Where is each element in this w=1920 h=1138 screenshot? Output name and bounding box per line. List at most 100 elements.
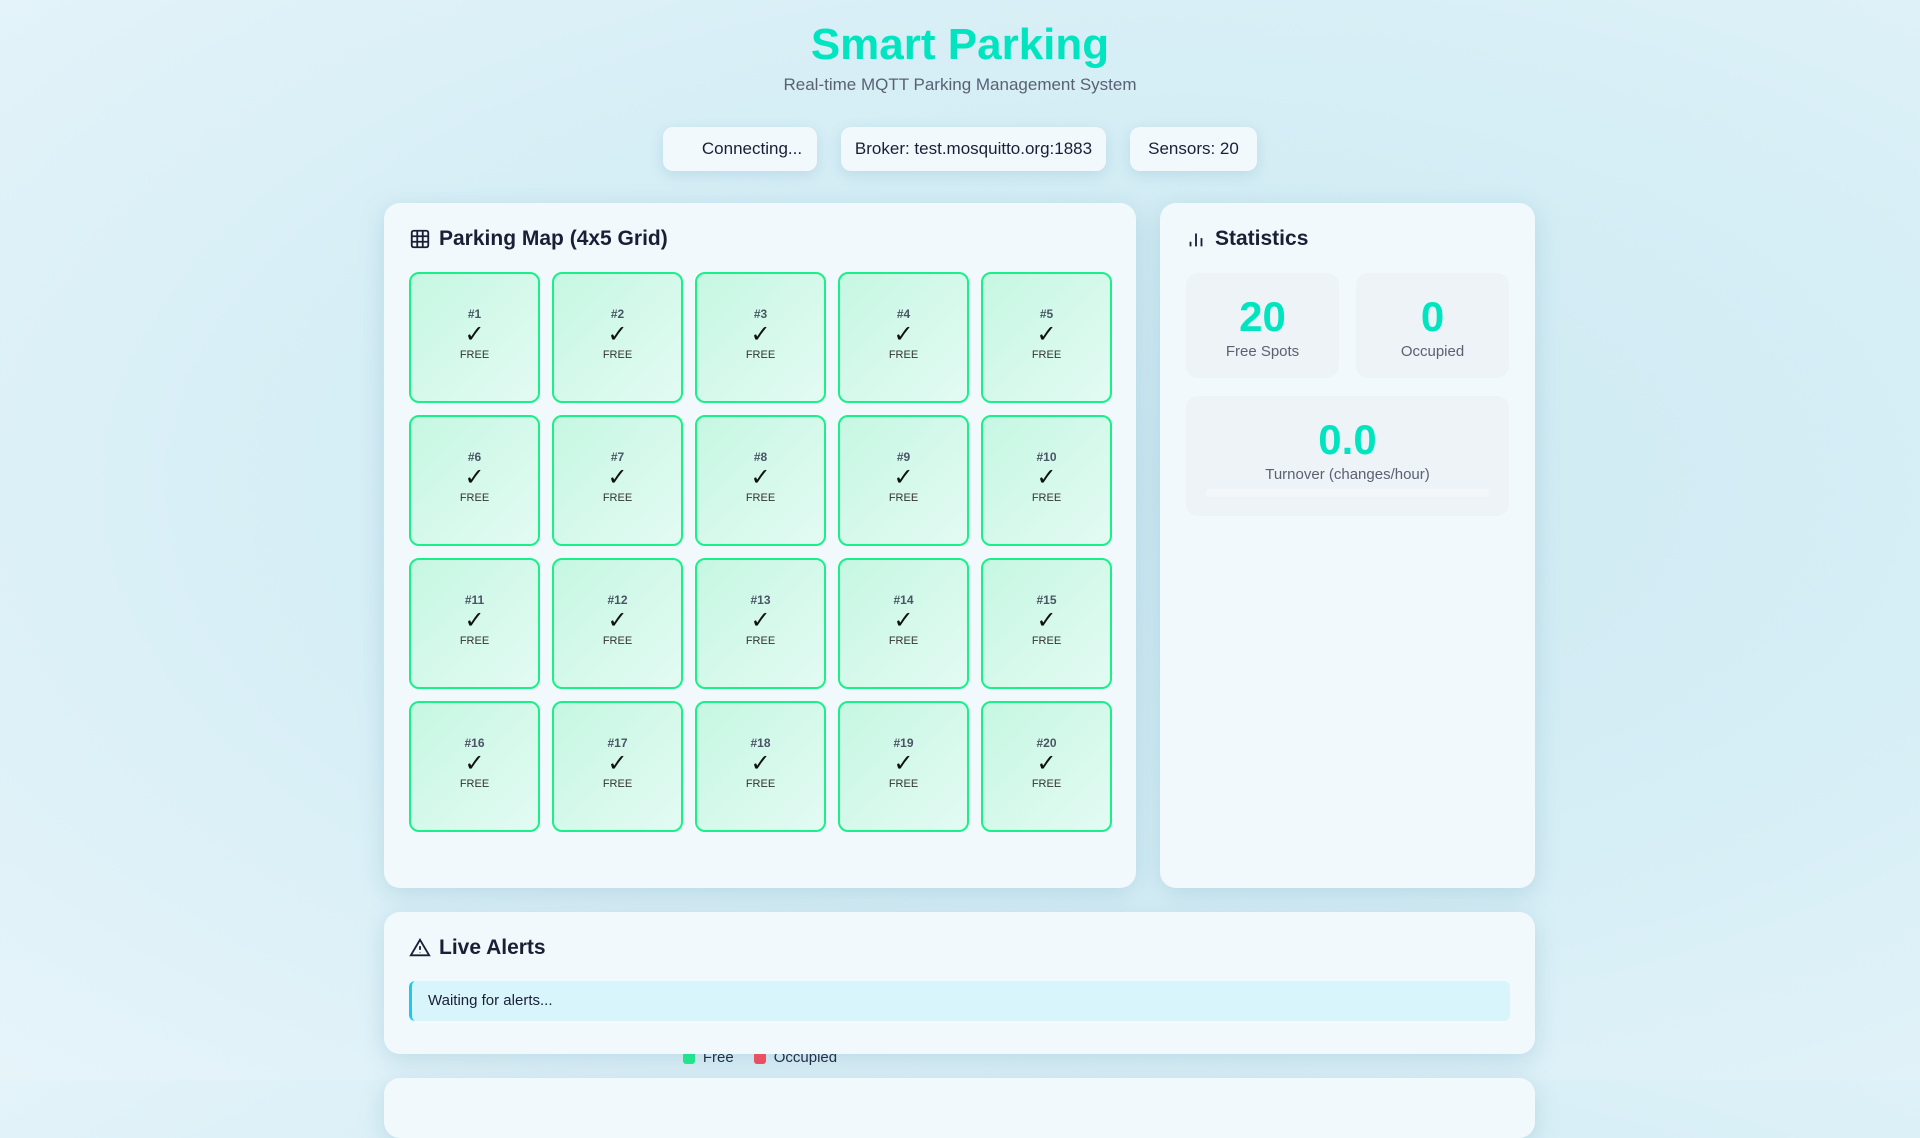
check-icon: ✓: [464, 321, 485, 348]
parking-spot[interactable]: #8 ✓ FREE: [695, 415, 826, 546]
grid-icon: [410, 229, 430, 249]
spot-number: #9: [896, 450, 911, 464]
warning-icon: [409, 937, 431, 957]
parking-spot[interactable]: #15 ✓ FREE: [981, 558, 1112, 689]
spot-status: FREE: [1031, 492, 1062, 504]
spot-status: FREE: [459, 349, 490, 361]
spot-number: #15: [1036, 593, 1057, 607]
spot-number: #16: [464, 736, 485, 750]
check-icon: ✓: [893, 321, 914, 348]
check-icon: ✓: [607, 750, 628, 777]
alert-message: Waiting for alerts...: [409, 981, 1510, 1021]
check-icon: ✓: [750, 464, 771, 491]
spot-number: #19: [893, 736, 914, 750]
check-icon: ✓: [464, 750, 485, 777]
next-card: [384, 1078, 1535, 1138]
live-alerts-card: Live Alerts Waiting for alerts...: [384, 912, 1535, 1054]
spot-number: #12: [607, 593, 628, 607]
spot-status: FREE: [888, 349, 919, 361]
parking-spot[interactable]: #7 ✓ FREE: [552, 415, 683, 546]
spot-status: FREE: [1031, 349, 1062, 361]
spot-status: FREE: [602, 492, 633, 504]
parking-spot[interactable]: #13 ✓ FREE: [695, 558, 826, 689]
parking-spot[interactable]: #6 ✓ FREE: [409, 415, 540, 546]
spot-number: #17: [607, 736, 628, 750]
check-icon: ✓: [750, 750, 771, 777]
statistics-card: Statistics 20 Free Spots 0 Occupied 0.0 …: [1160, 203, 1535, 888]
spot-number: #11: [464, 593, 485, 607]
spot-status: FREE: [888, 635, 919, 647]
check-icon: ✓: [464, 607, 485, 634]
parking-spot[interactable]: #2 ✓ FREE: [552, 272, 683, 403]
spot-number: #4: [896, 307, 911, 321]
spot-status: FREE: [1031, 635, 1062, 647]
parking-spot[interactable]: #4 ✓ FREE: [838, 272, 969, 403]
parking-spot[interactable]: #9 ✓ FREE: [838, 415, 969, 546]
parking-spot[interactable]: #16 ✓ FREE: [409, 701, 540, 832]
check-icon: ✓: [893, 750, 914, 777]
parking-spot[interactable]: #11 ✓ FREE: [409, 558, 540, 689]
parking-spot[interactable]: #1 ✓ FREE: [409, 272, 540, 403]
check-icon: ✓: [607, 321, 628, 348]
turnover-label: Turnover (changes/hour): [1265, 466, 1430, 483]
statistics-title: Statistics: [1215, 227, 1309, 250]
spot-status: FREE: [745, 778, 776, 790]
page-title: Smart Parking: [810, 20, 1110, 69]
free-spots-label: Free Spots: [1225, 343, 1300, 360]
occupied-value: 0: [1420, 293, 1445, 340]
turnover-stat: 0.0 Turnover (changes/hour): [1186, 396, 1509, 516]
check-icon: ✓: [607, 464, 628, 491]
spot-number: #1: [467, 307, 482, 321]
spot-number: #8: [753, 450, 768, 464]
spot-number: #7: [610, 450, 625, 464]
turnover-progress-bar: [1206, 489, 1489, 497]
spot-status: FREE: [888, 778, 919, 790]
sensor-count: Sensors: 20: [1130, 127, 1257, 171]
spot-status: FREE: [745, 492, 776, 504]
spot-status: FREE: [459, 635, 490, 647]
spot-status: FREE: [459, 778, 490, 790]
spot-status: FREE: [745, 349, 776, 361]
check-icon: ✓: [607, 607, 628, 634]
parking-spot[interactable]: #20 ✓ FREE: [981, 701, 1112, 832]
spot-number: #2: [610, 307, 625, 321]
spot-number: #5: [1039, 307, 1054, 321]
parking-spot[interactable]: #10 ✓ FREE: [981, 415, 1112, 546]
occupied-stat: 0 Occupied: [1356, 273, 1509, 378]
spot-number: #10: [1036, 450, 1057, 464]
spot-status: FREE: [888, 492, 919, 504]
spot-number: #18: [750, 736, 771, 750]
check-icon: ✓: [1036, 750, 1057, 777]
check-icon: ✓: [893, 607, 914, 634]
page-subtitle: Real-time MQTT Parking Management System: [783, 75, 1137, 94]
live-alerts-title: Live Alerts: [439, 936, 546, 959]
check-icon: ✓: [893, 464, 914, 491]
parking-spot[interactable]: #5 ✓ FREE: [981, 272, 1112, 403]
check-icon: ✓: [1036, 321, 1057, 348]
turnover-value: 0.0: [1318, 416, 1377, 463]
check-icon: ✓: [750, 607, 771, 634]
parking-spot[interactable]: #3 ✓ FREE: [695, 272, 826, 403]
check-icon: ✓: [464, 464, 485, 491]
parking-map-title: Parking Map (4x5 Grid): [439, 227, 668, 250]
bar-chart-icon: [1189, 233, 1203, 247]
free-spots-value: 20: [1239, 293, 1286, 340]
spot-status: FREE: [602, 635, 633, 647]
parking-spot[interactable]: #19 ✓ FREE: [838, 701, 969, 832]
broker-info: Broker: test.mosquitto.org:1883: [841, 127, 1106, 171]
spot-number: #6: [467, 450, 482, 464]
parking-spot[interactable]: #17 ✓ FREE: [552, 701, 683, 832]
check-icon: ✓: [1036, 607, 1057, 634]
parking-spot[interactable]: #18 ✓ FREE: [695, 701, 826, 832]
spot-status: FREE: [602, 778, 633, 790]
spot-number: #14: [893, 593, 914, 607]
spot-number: #3: [753, 307, 768, 321]
spot-status: FREE: [459, 492, 490, 504]
spot-status: FREE: [1031, 778, 1062, 790]
parking-spot[interactable]: #12 ✓ FREE: [552, 558, 683, 689]
parking-spot[interactable]: #14 ✓ FREE: [838, 558, 969, 689]
spot-number: #13: [750, 593, 771, 607]
check-icon: ✓: [1036, 464, 1057, 491]
free-spots-stat: 20 Free Spots: [1186, 273, 1339, 378]
spot-status: FREE: [745, 635, 776, 647]
